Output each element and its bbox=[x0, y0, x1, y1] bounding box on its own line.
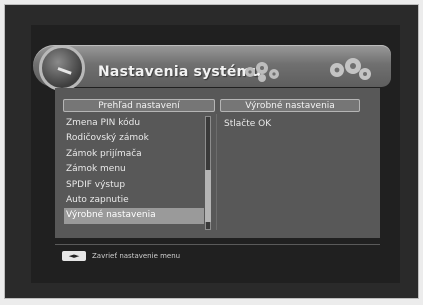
footer-divider bbox=[55, 244, 380, 245]
setting-value: Stlačte OK bbox=[224, 119, 272, 129]
selected-setting-heading: Výrobné nastavenia bbox=[220, 99, 360, 112]
settings-list-item[interactable]: Rodičovský zámok bbox=[64, 131, 204, 146]
footer-hint: Zavrieť nastavenie menu bbox=[92, 252, 181, 260]
settings-list-item[interactable]: SPDIF výstup bbox=[64, 178, 204, 193]
settings-list: Zmena PIN kódu Rodičovský zámok Zámok pr… bbox=[64, 116, 204, 224]
settings-list-item[interactable]: Zámok prijímača bbox=[64, 147, 204, 162]
settings-list-item[interactable]: Zmena PIN kódu bbox=[64, 116, 204, 131]
scrollbar-thumb[interactable] bbox=[205, 170, 211, 222]
flower-decoration-icon bbox=[245, 62, 279, 82]
page-title: Nastavenia systému bbox=[98, 64, 262, 80]
settings-list-item-selected[interactable]: Výrobné nastavenia bbox=[64, 208, 204, 224]
settings-list-item[interactable]: Zámok menu bbox=[64, 162, 204, 177]
column-divider bbox=[216, 114, 217, 230]
left-right-arrows-icon: ◄► bbox=[62, 251, 86, 261]
settings-list-item[interactable]: Auto zapnutie bbox=[64, 193, 204, 208]
flower-decoration-icon bbox=[330, 58, 371, 80]
settings-overview-heading: Prehľad nastavení bbox=[63, 99, 215, 112]
